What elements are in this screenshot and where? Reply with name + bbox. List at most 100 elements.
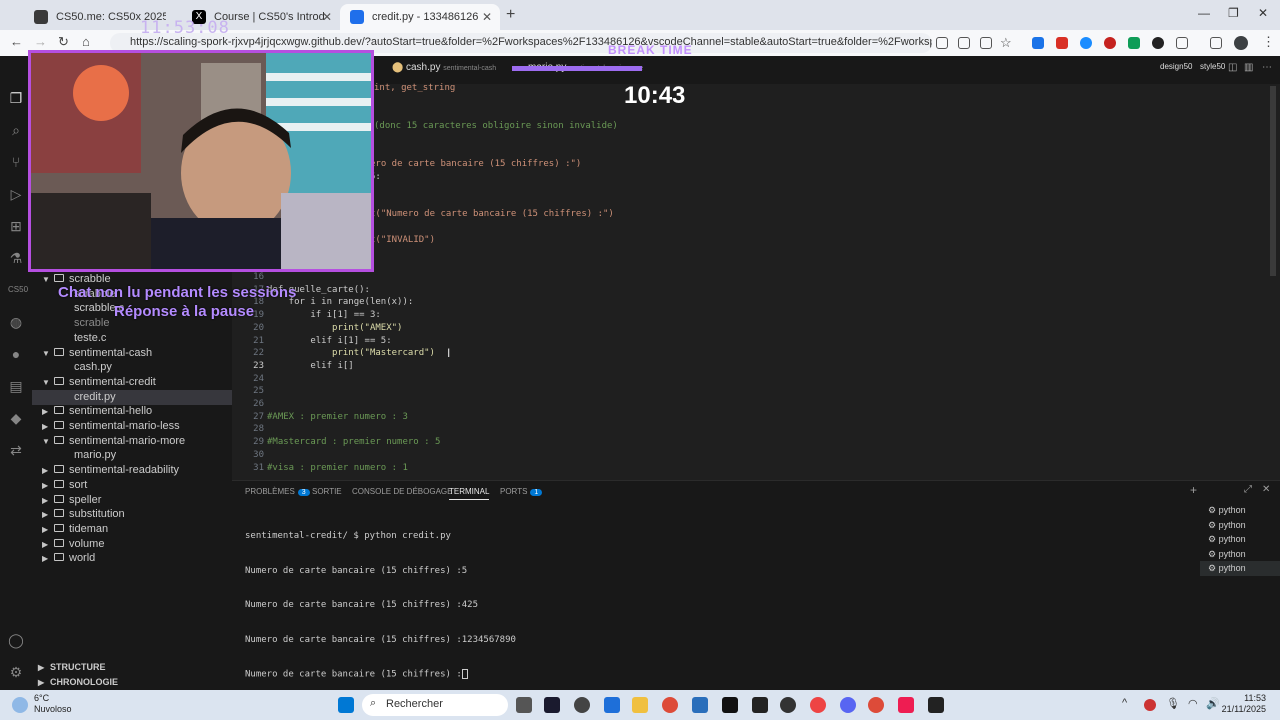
extension-icon[interactable] <box>1152 37 1164 49</box>
terminal-instance[interactable]: ⚙ python <box>1200 503 1280 518</box>
new-terminal-icon[interactable]: + <box>1190 483 1197 497</box>
close-panel-icon[interactable]: ✕ <box>1262 484 1270 495</box>
weather-widget[interactable]: 6°C Nuvoloso <box>34 693 72 715</box>
explorer-folder[interactable]: ▶ sort <box>32 478 232 493</box>
close-tab-icon[interactable]: ✕ <box>322 10 332 24</box>
testing-icon[interactable]: ⚗ <box>8 250 24 266</box>
split-editor-icon[interactable]: ◫ <box>1228 62 1237 73</box>
microphone-icon[interactable]: 🎙 <box>1166 697 1182 713</box>
explorer-folder[interactable]: ▶ sentimental-hello <box>32 404 232 419</box>
search-app-icon[interactable] <box>604 697 620 713</box>
extension-icon[interactable] <box>1032 37 1044 49</box>
tab-problems[interactable]: PROBLÈMES 3 <box>245 487 310 496</box>
menu-kebab-icon[interactable]: ⋮ <box>1262 34 1275 50</box>
file-explorer-icon[interactable] <box>632 697 648 713</box>
tab-search-icon[interactable] <box>936 37 948 49</box>
capcut-icon[interactable] <box>722 697 738 713</box>
browser-tab-credit[interactable]: credit.py - 133486126 [Codesp ✕ <box>340 4 500 30</box>
layout-icon[interactable]: ▥ <box>1244 62 1253 73</box>
explorer-folder[interactable]: ▶ volume <box>32 537 232 552</box>
python-icon[interactable]: ◆ <box>8 410 24 426</box>
chrome-icon[interactable] <box>662 697 678 713</box>
cs50-icon[interactable]: CS50 <box>8 282 28 298</box>
explorer-file[interactable]: mario.py <box>32 448 232 463</box>
maximize-icon[interactable]: ❐ <box>1228 6 1239 20</box>
back-icon[interactable]: ← <box>10 34 23 49</box>
tab-ports[interactable]: PORTS 1 <box>500 487 543 496</box>
tab-terminal[interactable]: TERMINAL <box>449 487 490 500</box>
tray-app-icon[interactable] <box>1144 699 1156 711</box>
terminal-instance[interactable]: ⚙ python <box>1200 518 1280 533</box>
bookmark-star-icon[interactable]: ☆ <box>1000 35 1012 51</box>
home-icon[interactable]: ⌂ <box>82 34 90 49</box>
style50-button[interactable]: style50 <box>1200 62 1225 71</box>
task-view-icon[interactable] <box>516 697 532 713</box>
account-icon[interactable]: ◯ <box>8 632 24 648</box>
chrome-active-icon[interactable] <box>868 697 884 713</box>
extension-icon[interactable] <box>1104 37 1116 49</box>
extensions-puzzle-icon[interactable] <box>1176 37 1188 49</box>
reload-icon[interactable]: ↻ <box>58 34 69 50</box>
run-debug-icon[interactable]: ▷ <box>8 186 24 202</box>
explorer-folder[interactable]: ▼ sentimental-cash <box>32 346 232 361</box>
explorer-folder[interactable]: ▶ sentimental-readability <box>32 463 232 478</box>
forward-icon[interactable]: → <box>34 34 47 49</box>
explorer-file[interactable]: credit.py <box>32 389 232 405</box>
structure-section[interactable]: ▶ STRUCTURE <box>32 660 232 675</box>
discord-icon[interactable] <box>840 697 856 713</box>
database-icon[interactable]: ▤ <box>8 378 24 394</box>
explorer-folder[interactable]: ▶ speller <box>32 493 232 508</box>
cast-icon[interactable] <box>958 37 970 49</box>
timeline-section[interactable]: ▶ CHRONOLOGIE <box>32 675 232 690</box>
github-icon[interactable]: ● <box>8 346 24 362</box>
editor-tab-cash[interactable]: ⬤ cash.py sentimental-cash <box>392 62 496 73</box>
weather-cloud-icon[interactable] <box>12 697 28 713</box>
tiktok-icon[interactable] <box>898 697 914 713</box>
notion-icon[interactable] <box>752 697 768 713</box>
maximize-panel-icon[interactable]: ⤢ <box>1244 484 1252 495</box>
explorer-folder[interactable]: ▼ sentimental-mario-more <box>32 434 232 449</box>
source-control-icon[interactable]: ⑂ <box>8 154 24 170</box>
editor-scrollbar[interactable] <box>1270 86 1276 276</box>
code-editor[interactable]: ⬤ cash.py sentimental-cash mario.py sent… <box>232 56 1280 480</box>
media-icon[interactable] <box>1210 37 1222 49</box>
terminal-instance[interactable]: ⚙ python <box>1200 532 1280 547</box>
profile-avatar-icon[interactable] <box>1234 36 1248 50</box>
password-icon[interactable] <box>980 37 992 49</box>
system-clock[interactable]: 11:53 21/11/2025 <box>1222 693 1266 715</box>
live-share-icon[interactable]: ⇄ <box>8 442 24 458</box>
app-icon[interactable] <box>544 697 560 713</box>
minimize-icon[interactable]: — <box>1198 6 1210 20</box>
terminal-instance[interactable]: ⚙ python <box>1200 547 1280 562</box>
more-actions-icon[interactable]: ⋯ <box>1262 62 1272 73</box>
app-icon[interactable] <box>810 697 826 713</box>
design50-button[interactable]: design50 <box>1160 62 1192 71</box>
search-icon[interactable]: ⌕ <box>8 122 24 138</box>
volume-icon[interactable]: 🔊 <box>1206 697 1222 713</box>
explorer-file[interactable]: teste.c <box>32 331 232 346</box>
close-window-icon[interactable]: ✕ <box>1258 6 1268 20</box>
explorer-folder[interactable]: ▼ sentimental-credit <box>32 375 232 390</box>
settings-app-icon[interactable] <box>574 697 590 713</box>
tray-chevron-icon[interactable]: ^ <box>1122 697 1138 713</box>
extensions-icon[interactable]: ⊞ <box>8 218 24 234</box>
chatgpt-icon[interactable] <box>780 697 796 713</box>
terminal-output[interactable]: sentimental-credit/ $ python credit.py N… <box>245 508 516 704</box>
close-tab-icon[interactable]: ✕ <box>482 10 492 24</box>
explorer-file[interactable]: cash.py <box>32 360 232 375</box>
start-windows-icon[interactable] <box>338 697 354 713</box>
notion-icon[interactable] <box>928 697 944 713</box>
explorer-folder[interactable]: ▶ tideman <box>32 522 232 537</box>
extension-icon[interactable] <box>1056 37 1068 49</box>
taskbar-search[interactable]: ⌕ Rechercher <box>362 694 508 716</box>
terminal-instance[interactable]: ⚙ python <box>1200 561 1280 576</box>
tab-debug-console[interactable]: CONSOLE DE DÉBOGAGE <box>352 487 452 496</box>
settings-gear-icon[interactable]: ⚙ <box>8 664 24 680</box>
ducky-icon[interactable]: ◍ <box>8 314 24 330</box>
explorer-folder[interactable]: ▶ world <box>32 551 232 566</box>
wifi-icon[interactable]: ◠ <box>1188 697 1204 713</box>
explorer-icon[interactable]: ❐ <box>8 90 24 106</box>
explorer-folder[interactable]: ▶ substitution <box>32 507 232 522</box>
new-tab-icon[interactable]: + <box>506 6 515 24</box>
store-icon[interactable] <box>692 697 708 713</box>
